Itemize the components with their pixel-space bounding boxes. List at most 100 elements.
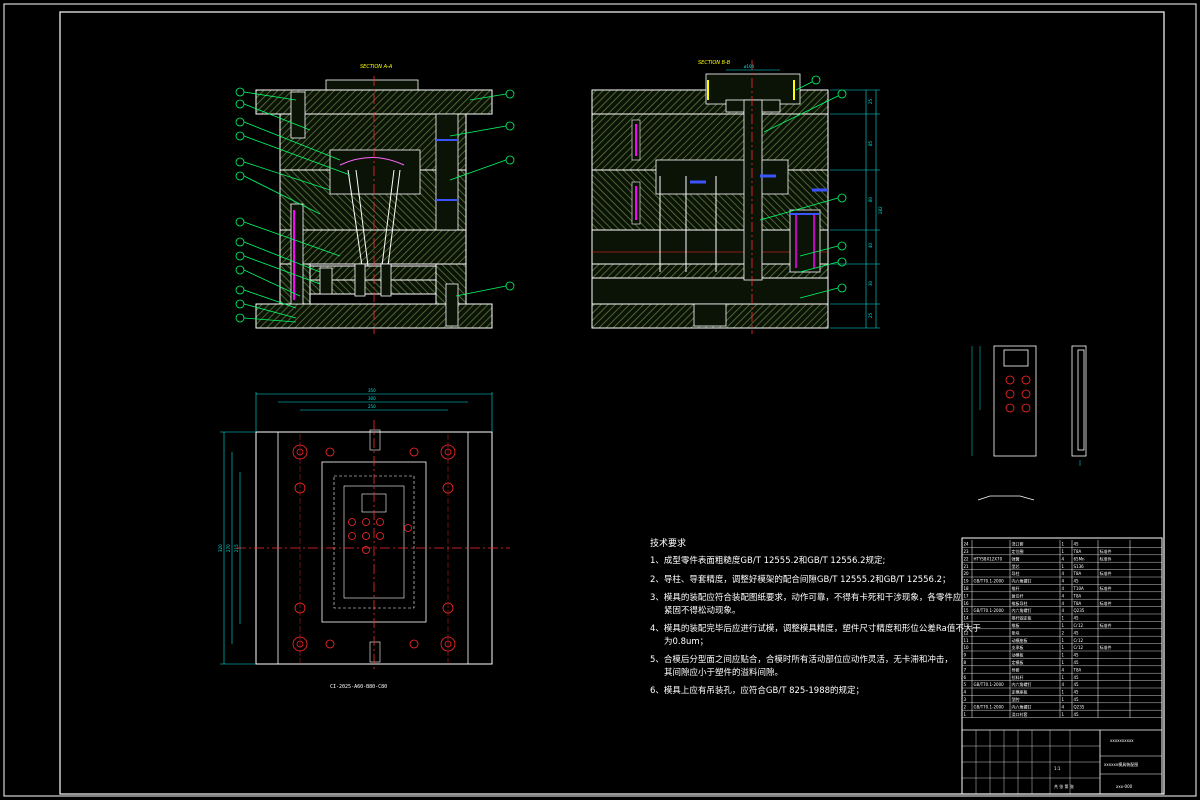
cad-drawing: SECTION A-A SECTION B-B 25 85 80 40 30 2…	[3, 3, 1197, 797]
part-number: 10	[964, 645, 970, 650]
part-name: 内六角螺钉	[1012, 703, 1032, 709]
part-code: GB/T70.1-2000	[974, 682, 1005, 687]
parts-row: 2 GB/T70.1-2000 内六角螺钉 4 Q235	[962, 703, 1162, 711]
note-item: 1、成型零件表面粗糙度GB/T 12555.2和GB/T 12556.2规定;	[650, 556, 886, 566]
part-name: 内六角螺钉	[1012, 607, 1032, 613]
note-item: 4、模具的装配完毕后应进行试模，调整模具精度，塑件尺寸精度和形位公差Ra值不大于	[650, 624, 981, 634]
part-code: GB/T70.1-2000	[974, 579, 1005, 584]
note-item: 6、模具上应有吊装孔，应符合GB/T 825-1988的规定；	[650, 686, 865, 696]
part-name: 复位杆	[1012, 592, 1024, 598]
part-number: 22	[964, 556, 970, 561]
parts-row: 9 动模板 1 45	[962, 652, 1162, 659]
part-material: T8A	[1073, 667, 1082, 672]
part-qty: 4	[1062, 593, 1065, 598]
part-name: 型腔	[1012, 696, 1020, 702]
dim-label: 25	[868, 98, 873, 104]
part-qty: 4	[1062, 586, 1065, 591]
parts-row: 13 推板 1 Cr12 标准件	[962, 622, 1162, 629]
sheet-label: 共 张 第 张	[1054, 783, 1074, 789]
part-number: 8	[964, 660, 967, 665]
part-name: 浇口套	[1012, 541, 1024, 547]
drawing-number: xxx-000	[1116, 784, 1133, 789]
dim-label: 282	[878, 206, 883, 214]
part-name: 支承板	[1012, 644, 1024, 650]
part-qty: 1	[1062, 616, 1065, 621]
part-name: 推板导柱	[1012, 600, 1028, 606]
parts-row: 14 推杆固定板 1 45	[962, 615, 1162, 622]
section-a-view: SECTION A-A	[235, 64, 515, 334]
section-b-title: SECTION B-B	[698, 60, 731, 66]
part-qty: 1	[1062, 712, 1065, 717]
dim-label: 40	[868, 242, 873, 248]
dim-label: 85	[868, 140, 873, 146]
part-qty: 1	[1062, 623, 1065, 628]
part-name: 导柱	[1012, 570, 1020, 576]
part-name: 定模板	[1012, 659, 1024, 665]
dim-label: 25	[868, 312, 873, 318]
parts-row: 6 拉料杆 1 45	[962, 674, 1162, 681]
dim-label: ø104	[744, 64, 755, 69]
part-number: 3	[964, 697, 967, 702]
drawing-name: xxxxxx模具装配图	[1104, 761, 1138, 767]
parts-row: 18 推杆 4 T10A 标准件	[962, 585, 1162, 592]
part-name: 动模板	[1012, 652, 1024, 658]
note-item: 3、模具的装配应符合装配图纸要求，动作可靠，不得有卡死和干涉现象，各零件应	[650, 593, 962, 603]
plan-view: 350 300 250 320 270 215 CI-2025-A60-B80-…	[218, 388, 510, 690]
part-material: 45	[1074, 682, 1080, 687]
part-name: 垫块	[1012, 629, 1020, 635]
part-name: 动模座板	[1012, 637, 1028, 643]
part-number: 7	[964, 667, 967, 672]
part-material: Cr12	[1074, 645, 1084, 650]
part-number: 14	[964, 616, 970, 621]
part-detail-view	[971, 345, 1087, 501]
part-name: 推杆	[1012, 585, 1020, 591]
part-name: 定位圈	[1012, 548, 1024, 554]
part-code: GB/T70.1-2000	[974, 704, 1005, 709]
part-number: 1	[964, 712, 967, 717]
part-material: 45	[1074, 675, 1080, 680]
dim-label: 80	[868, 196, 873, 202]
parts-row: 4 定模座板 1 45	[962, 689, 1162, 696]
part-material: T8A	[1073, 571, 1082, 576]
part-material: T10A	[1073, 586, 1085, 591]
parts-row: 19 GB/T70.1-2000 内六角螺钉 4 45	[962, 578, 1162, 585]
part-qty: 1	[1062, 542, 1065, 547]
part-material: Cr12	[1074, 638, 1084, 643]
part-note: 标准件	[1100, 548, 1112, 554]
part-number: 5	[964, 682, 967, 687]
part-material: 45	[1074, 616, 1080, 621]
part-qty: 4	[1062, 601, 1065, 606]
section-b-view: SECTION B-B 25 85 80 40 30 25 282 ø104	[591, 60, 883, 334]
part-number: 15	[964, 608, 970, 613]
part-name: 导套	[1012, 666, 1020, 672]
parts-row: 23 定位圈 1 T8A 标准件	[962, 548, 1162, 555]
part-name: 型芯	[1012, 563, 1020, 569]
part-qty: 2	[1062, 630, 1065, 635]
part-number: 24	[964, 542, 970, 547]
part-number: 23	[964, 549, 970, 554]
parts-row: 8 定模板 1 45	[962, 659, 1162, 666]
part-qty: 4	[1062, 667, 1065, 672]
note-item: 5、合模后分型面之间应贴合，合模时所有活动部位应动作灵活，无卡滞和冲击，	[650, 655, 953, 665]
parts-row: 20 导柱 4 T8A 标准件	[962, 570, 1162, 578]
parts-row: 1 浇口衬套 1 45	[962, 711, 1162, 718]
parts-row: 11 动模座板 1 Cr12	[962, 637, 1162, 644]
part-material: T8A	[1073, 549, 1082, 554]
scale-label: 1:1	[1054, 766, 1061, 771]
part-name: 推杆固定板	[1012, 615, 1032, 621]
part-material: 45	[1074, 690, 1080, 695]
part-name: 拉料杆	[1012, 674, 1024, 680]
part-number: 9	[964, 653, 967, 658]
part-number: 6	[964, 675, 967, 680]
parts-row: 12 垫块 2 45	[962, 629, 1162, 637]
part-code: GB/T70.1-2000	[974, 608, 1005, 613]
part-material: 45	[1074, 660, 1080, 665]
dim-label: 300	[368, 396, 376, 401]
parts-row: 15 GB/T70.1-2000 内六角螺钉 4 Q235	[962, 607, 1162, 615]
part-number: 18	[964, 586, 970, 591]
parts-row: 17 复位杆 4 T8A	[962, 592, 1162, 600]
parts-row: 5 GB/T70.1-2000 内六角螺钉 4 45	[962, 681, 1162, 689]
part-name: 定模座板	[1012, 689, 1028, 695]
note-continuation: 为0.8um；	[664, 636, 709, 647]
note-item: 2、导柱、导套精度，调整好模架的配合间隙GB/T 12555.2和GB/T 12…	[650, 574, 951, 585]
